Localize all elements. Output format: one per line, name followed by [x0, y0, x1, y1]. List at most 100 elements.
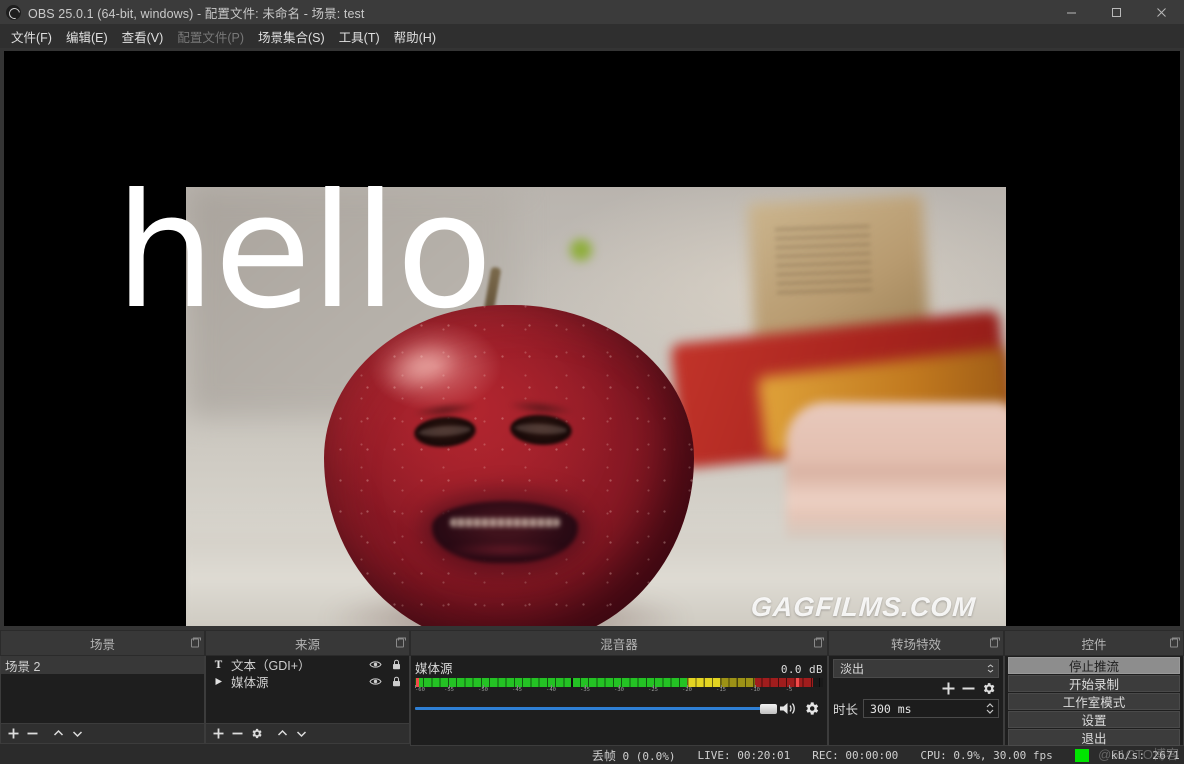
remove-scene-button[interactable]	[24, 725, 41, 742]
transition-select[interactable]: 淡出	[833, 659, 999, 678]
docks-row: 场景 场景 2 来源 T 文本（GDI+） 媒体源 混音器 媒体源 0.0 dB…	[0, 630, 1184, 746]
visibility-eye-icon[interactable]	[368, 660, 383, 669]
add-transition-button[interactable]	[939, 679, 957, 697]
stop-stream-button[interactable]: 停止推流	[1008, 657, 1180, 674]
start-record-button[interactable]: 开始录制	[1008, 675, 1180, 692]
move-scene-up-button[interactable]	[50, 725, 67, 742]
move-source-up-button[interactable]	[274, 725, 291, 742]
minimize-icon[interactable]	[1049, 0, 1094, 24]
menu-view[interactable]: 查看(V)	[115, 24, 171, 49]
apple-face	[324, 305, 694, 626]
preview-container: GAGFILMS.COM hello	[0, 48, 1184, 630]
scenes-list[interactable]: 场景 2	[1, 656, 204, 723]
menu-scene-collection[interactable]: 场景集合(S)	[251, 24, 332, 49]
lock-icon[interactable]	[389, 676, 404, 687]
window-title: OBS 25.0.1 (64-bit, windows) - 配置文件: 未命名…	[28, 6, 365, 21]
menu-edit[interactable]: 编辑(E)	[59, 24, 115, 49]
mixer-title-label: 混音器	[600, 637, 638, 652]
controls-dock-title: 控件	[1004, 630, 1184, 656]
dropped-frames-value: 0 (0.0%)	[622, 749, 676, 763]
transitions-title-label: 转场特效	[890, 637, 941, 652]
volume-row	[415, 700, 823, 717]
meter-scale-label: -15	[716, 687, 726, 693]
source-list-item[interactable]: T 文本（GDI+）	[206, 656, 409, 673]
scenes-toolbar	[1, 723, 204, 743]
controls-dock-body: 停止推流 开始录制 工作室模式 设置 退出	[1004, 656, 1184, 746]
lock-icon[interactable]	[389, 659, 404, 670]
volume-meter-scale: -60 -55 -50 -45 -40 -35 -30 -25 -20 -15 -10 -5	[415, 685, 823, 696]
rec-label: REC:	[812, 748, 839, 762]
volume-slider[interactable]	[415, 703, 777, 715]
mixer-channel-name: 媒体源	[415, 662, 453, 676]
preview-canvas[interactable]: GAGFILMS.COM hello	[4, 51, 1180, 626]
duration-value: 300 ms	[870, 701, 912, 716]
menu-help[interactable]: 帮助(H)	[387, 24, 443, 49]
visibility-eye-icon[interactable]	[368, 677, 383, 686]
remove-source-button[interactable]	[229, 725, 246, 742]
controls-float-icon[interactable]	[1170, 637, 1180, 648]
mixer-dock-title: 混音器	[410, 630, 828, 656]
menu-profile[interactable]: 配置文件(P)	[170, 24, 251, 49]
volume-slider-handle[interactable]	[760, 703, 777, 714]
duration-stepper-icon[interactable]	[984, 701, 996, 716]
meter-scale-label: -50	[478, 687, 488, 693]
remove-transition-button[interactable]	[959, 679, 977, 697]
meter-scale-label: -60	[415, 687, 425, 693]
source-properties-gear-icon[interactable]	[248, 725, 265, 742]
source-name: 媒体源	[231, 676, 269, 690]
maximize-icon[interactable]	[1094, 0, 1139, 24]
title-bar: OBS 25.0.1 (64-bit, windows) - 配置文件: 未命名…	[0, 0, 1184, 24]
mixer-float-icon[interactable]	[814, 637, 824, 648]
menu-tools[interactable]: 工具(T)	[332, 24, 387, 49]
studio-mode-button[interactable]: 工作室模式	[1008, 693, 1180, 710]
meter-scale-label: -20	[682, 687, 692, 693]
move-scene-down-button[interactable]	[69, 725, 86, 742]
scene-list-item[interactable]: 场景 2	[1, 656, 204, 674]
obs-logo-icon	[6, 4, 21, 20]
scenes-float-icon[interactable]	[191, 637, 201, 648]
live-status: LIVE: 00:20:01	[697, 749, 790, 762]
menu-file[interactable]: 文件(F)	[4, 24, 59, 49]
text-source-icon: T	[212, 659, 225, 670]
dropped-frames-label: 丢帧	[591, 748, 616, 763]
speaker-icon[interactable]	[777, 701, 799, 716]
window-controls	[1049, 0, 1184, 24]
text-source-overlay: hello	[115, 160, 493, 344]
video-watermark: GAGFILMS.COM	[749, 592, 978, 622]
cpu-status: CPU: 0.9%, 30.00 fps	[920, 748, 1053, 762]
scenes-dock-title: 场景	[0, 630, 205, 656]
sources-dock-title: 来源	[205, 630, 410, 656]
move-source-down-button[interactable]	[293, 725, 310, 742]
obs-main-window: OBS 25.0.1 (64-bit, windows) - 配置文件: 未命名…	[0, 0, 1184, 764]
sources-dock-body: T 文本（GDI+） 媒体源	[205, 656, 410, 744]
meter-peak-indicator	[416, 678, 420, 687]
sources-dock: 来源 T 文本（GDI+） 媒体源	[205, 630, 410, 746]
transition-properties-gear-icon[interactable]	[979, 679, 997, 697]
add-scene-button[interactable]	[5, 725, 22, 742]
transitions-dock-body: 淡出 时长 300 ms	[828, 656, 1004, 746]
meter-peak-indicator	[796, 678, 800, 687]
add-source-button[interactable]	[210, 725, 227, 742]
mixer-settings-gear-icon[interactable]	[799, 700, 823, 717]
meter-scale-label: -35	[580, 687, 590, 693]
scenes-dock-body: 场景 2	[0, 656, 205, 744]
apple-mouth	[432, 501, 578, 563]
exit-button[interactable]: 退出	[1008, 729, 1180, 746]
transitions-dock: 转场特效 淡出 时长 300 ms	[828, 630, 1004, 746]
transitions-buttons	[833, 678, 999, 698]
meter-scale-label: -5	[785, 687, 793, 693]
transition-selected-label: 淡出	[840, 662, 865, 676]
sources-float-icon[interactable]	[396, 637, 406, 648]
close-icon[interactable]	[1139, 0, 1184, 24]
duration-label: 时长	[833, 703, 859, 717]
scenes-title-label: 场景	[89, 637, 115, 652]
meter-scale-label: -55	[444, 687, 454, 693]
transition-spinner-icon[interactable]	[984, 661, 996, 676]
live-label: LIVE:	[697, 748, 731, 762]
duration-input[interactable]: 300 ms	[863, 699, 999, 718]
sources-list[interactable]: T 文本（GDI+） 媒体源	[206, 656, 409, 723]
source-list-item[interactable]: 媒体源	[206, 673, 409, 690]
transitions-float-icon[interactable]	[990, 637, 1000, 648]
mixer-dock: 混音器 媒体源 0.0 dB -60 -55 -50 -45 -40 -35 -30 -25-…	[410, 630, 828, 746]
settings-button[interactable]: 设置	[1008, 711, 1180, 728]
